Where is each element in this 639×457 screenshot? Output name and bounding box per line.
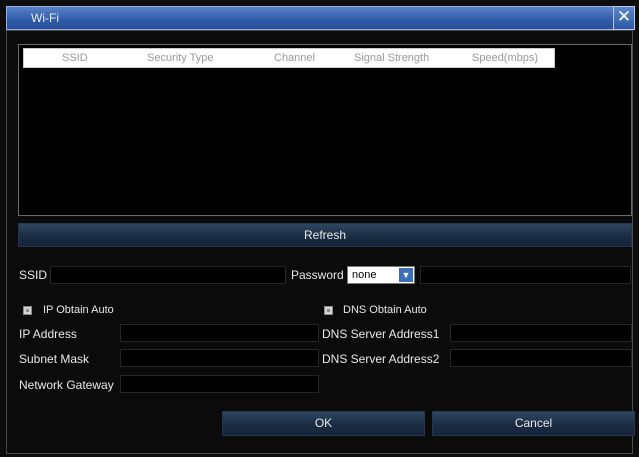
ssid-input[interactable] xyxy=(50,266,286,284)
network-gateway-input[interactable] xyxy=(120,375,319,393)
password-input[interactable] xyxy=(420,266,631,284)
ssid-label: SSID xyxy=(19,268,48,282)
dns-server-address2-input[interactable] xyxy=(450,349,632,367)
close-button[interactable]: ✕ xyxy=(613,6,635,30)
password-label: Password xyxy=(291,268,344,282)
wifi-dialog: Wi-Fi ✕ SSID Security Type Channel Signa… xyxy=(0,0,639,457)
column-header-channel: Channel xyxy=(274,52,315,64)
column-header-security-type: Security Type xyxy=(147,52,214,64)
chevron-down-icon: ▼ xyxy=(399,268,413,282)
close-icon: ✕ xyxy=(616,7,632,26)
dns-obtain-auto-label: DNS Obtain Auto xyxy=(343,304,427,316)
dns-server-address1-label: DNS Server Address1 xyxy=(322,327,440,341)
cancel-button[interactable]: Cancel xyxy=(432,411,635,436)
window-title: Wi-Fi xyxy=(31,11,59,25)
column-header-ssid: SSID xyxy=(62,52,88,64)
ok-button[interactable]: OK xyxy=(222,411,425,436)
ip-obtain-auto-checkbox[interactable] xyxy=(23,306,32,315)
dns-server-address1-input[interactable] xyxy=(450,324,632,342)
refresh-button[interactable]: Refresh xyxy=(18,223,632,247)
column-header-signal-strength: Signal Strength xyxy=(354,52,430,64)
subnet-mask-label: Subnet Mask xyxy=(19,352,90,366)
password-type-value: none xyxy=(352,269,377,281)
wifi-network-table[interactable]: SSID Security Type Channel Signal Streng… xyxy=(18,44,632,216)
title-bar[interactable]: Wi-Fi ✕ xyxy=(6,6,635,30)
ip-address-label: IP Address xyxy=(19,327,77,341)
ip-obtain-auto-label: IP Obtain Auto xyxy=(43,304,114,316)
network-gateway-label: Network Gateway xyxy=(19,378,114,392)
subnet-mask-input[interactable] xyxy=(120,349,319,367)
password-type-select[interactable]: none ▼ xyxy=(347,266,415,284)
dns-server-address2-label: DNS Server Address2 xyxy=(322,352,440,366)
table-header: SSID Security Type Channel Signal Streng… xyxy=(23,48,555,68)
dns-obtain-auto-checkbox[interactable] xyxy=(324,306,333,315)
ip-address-input[interactable] xyxy=(120,324,319,342)
column-header-speed: Speed(mbps) xyxy=(472,52,539,64)
